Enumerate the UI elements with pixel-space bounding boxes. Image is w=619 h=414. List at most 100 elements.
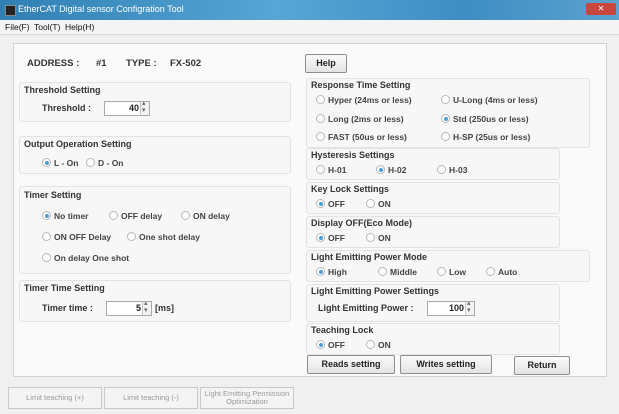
timer-time-label: Timer time :	[42, 303, 93, 313]
radio-selected-icon	[42, 158, 51, 167]
footer-bar: Limit teaching (+) Limit teaching (-) Li…	[0, 379, 619, 414]
display-off-option-off[interactable]: OFF	[316, 233, 345, 243]
emit-power-label: Light Emitting Power :	[318, 303, 414, 313]
radio-selected-icon	[316, 267, 325, 276]
type-label: TYPE :	[126, 58, 157, 69]
radio-icon	[42, 232, 51, 241]
hysteresis-option-h02[interactable]: H-02	[376, 165, 406, 175]
return-button[interactable]: Return	[514, 356, 570, 375]
key-lock-title: Key Lock Settings	[311, 184, 390, 194]
menu-help[interactable]: Help(H)	[65, 22, 94, 32]
emit-mode-title: Light Emitting Power Mode	[311, 252, 427, 262]
timer-title: Timer Setting	[24, 190, 82, 200]
radio-selected-icon	[316, 233, 325, 242]
output-option-l-on[interactable]: L - On	[42, 158, 78, 168]
radio-selected-icon	[441, 114, 450, 123]
threshold-stepper[interactable]: 40	[104, 99, 150, 116]
emit-power-title: Light Emitting Power Settings	[311, 286, 439, 296]
threshold-label: Threshold :	[42, 103, 91, 113]
radio-icon	[366, 340, 375, 349]
response-option-hyper[interactable]: Hyper (24ms or less)	[316, 95, 412, 105]
menu-tool[interactable]: Tool(T)	[34, 22, 60, 32]
limit-teaching-plus-button[interactable]: Limit teaching (+)	[8, 387, 102, 409]
settings-panel: ADDRESS : #1 TYPE : FX-502 Threshold Set…	[13, 43, 607, 377]
timer-option-off-delay[interactable]: OFF delay	[109, 211, 162, 221]
emit-mode-option-auto[interactable]: Auto	[486, 267, 517, 277]
radio-selected-icon	[42, 211, 51, 220]
menu-file[interactable]: File(F)	[5, 22, 30, 32]
response-option-u-long[interactable]: U-Long (4ms or less)	[441, 95, 538, 105]
teaching-lock-title: Teaching Lock	[311, 325, 374, 335]
response-option-long[interactable]: Long (2ms or less)	[316, 114, 404, 124]
type-value: FX-502	[170, 58, 202, 69]
spin-arrows-icon[interactable]	[142, 299, 151, 315]
optimization-button[interactable]: Light Emitting Permission Optimization	[200, 387, 294, 409]
radio-icon	[316, 132, 325, 141]
close-icon[interactable]: ✕	[586, 3, 616, 15]
radio-icon	[316, 95, 325, 104]
hysteresis-option-h03[interactable]: H-03	[437, 165, 467, 175]
help-button[interactable]: Help	[305, 54, 347, 73]
radio-icon	[109, 211, 118, 220]
emit-mode-option-middle[interactable]: Middle	[378, 267, 417, 277]
address-label: ADDRESS :	[27, 58, 80, 69]
response-option-std[interactable]: Std (250us or less)	[441, 114, 529, 124]
response-option-fast[interactable]: FAST (50us or less)	[316, 132, 407, 142]
radio-icon	[441, 132, 450, 141]
address-value: #1	[96, 58, 107, 69]
radio-icon	[486, 267, 495, 276]
radio-icon	[181, 211, 190, 220]
timer-time-unit: [ms]	[155, 303, 175, 313]
timer-time-stepper[interactable]: 5	[106, 299, 152, 316]
client-area: ADDRESS : #1 TYPE : FX-502 Threshold Set…	[0, 35, 619, 379]
timer-option-one-shot-delay[interactable]: One shot delay	[127, 232, 200, 242]
menu-bar: File(F) Tool(T) Help(H)	[0, 20, 619, 35]
maximize-icon[interactable]	[561, 3, 585, 15]
hysteresis-option-h01[interactable]: H-01	[316, 165, 346, 175]
spin-arrows-icon[interactable]	[465, 299, 474, 315]
window-title: EtherCAT Digital sensor Configration Too…	[18, 4, 184, 14]
emit-mode-option-high[interactable]: High	[316, 267, 347, 277]
title-bar[interactable]: EtherCAT Digital sensor Configration Too…	[0, 0, 619, 20]
spin-arrows-icon[interactable]	[140, 99, 149, 115]
limit-teaching-minus-button[interactable]: Limit teaching (-)	[104, 387, 198, 409]
hysteresis-title: Hysteresis Settings	[311, 150, 395, 160]
radio-icon	[127, 232, 136, 241]
display-off-title: Display OFF(Eco Mode)	[311, 218, 413, 228]
radio-icon	[437, 165, 446, 174]
timer-option-no-timer[interactable]: No timer	[42, 211, 88, 221]
key-lock-option-on[interactable]: ON	[366, 199, 391, 209]
display-off-option-on[interactable]: ON	[366, 233, 391, 243]
emit-power-stepper[interactable]: 100	[427, 299, 475, 316]
output-option-d-on[interactable]: D - On	[86, 158, 124, 168]
radio-selected-icon	[376, 165, 385, 174]
key-lock-option-off[interactable]: OFF	[316, 199, 345, 209]
timer-option-on-delay[interactable]: ON delay	[181, 211, 230, 221]
timer-option-on-off-delay[interactable]: ON OFF Delay	[42, 232, 111, 242]
radio-icon	[366, 199, 375, 208]
timer-time-title: Timer Time Setting	[24, 283, 105, 293]
output-operation-title: Output Operation Setting	[24, 139, 132, 149]
optimization-label-line2: Optimization	[226, 397, 268, 406]
radio-icon	[366, 233, 375, 242]
radio-selected-icon	[316, 340, 325, 349]
radio-icon	[437, 267, 446, 276]
minimize-icon[interactable]	[536, 3, 560, 15]
radio-icon	[378, 267, 387, 276]
app-icon	[5, 5, 16, 16]
radio-icon	[42, 253, 51, 262]
reads-setting-button[interactable]: Reads setting	[307, 355, 395, 374]
threshold-title: Threshold Setting	[24, 85, 101, 95]
teaching-lock-option-off[interactable]: OFF	[316, 340, 345, 350]
radio-icon	[441, 95, 450, 104]
teaching-lock-option-on[interactable]: ON	[366, 340, 391, 350]
radio-icon	[316, 165, 325, 174]
response-time-title: Response Time Setting	[311, 80, 411, 90]
app-window: EtherCAT Digital sensor Configration Too…	[0, 0, 619, 414]
radio-icon	[86, 158, 95, 167]
emit-mode-option-low[interactable]: Low	[437, 267, 466, 277]
response-option-h-sp[interactable]: H-SP (25us or less)	[441, 132, 530, 142]
radio-icon	[316, 114, 325, 123]
timer-option-on-delay-one-shot[interactable]: On delay One shot	[42, 253, 129, 263]
writes-setting-button[interactable]: Writes setting	[400, 355, 492, 374]
